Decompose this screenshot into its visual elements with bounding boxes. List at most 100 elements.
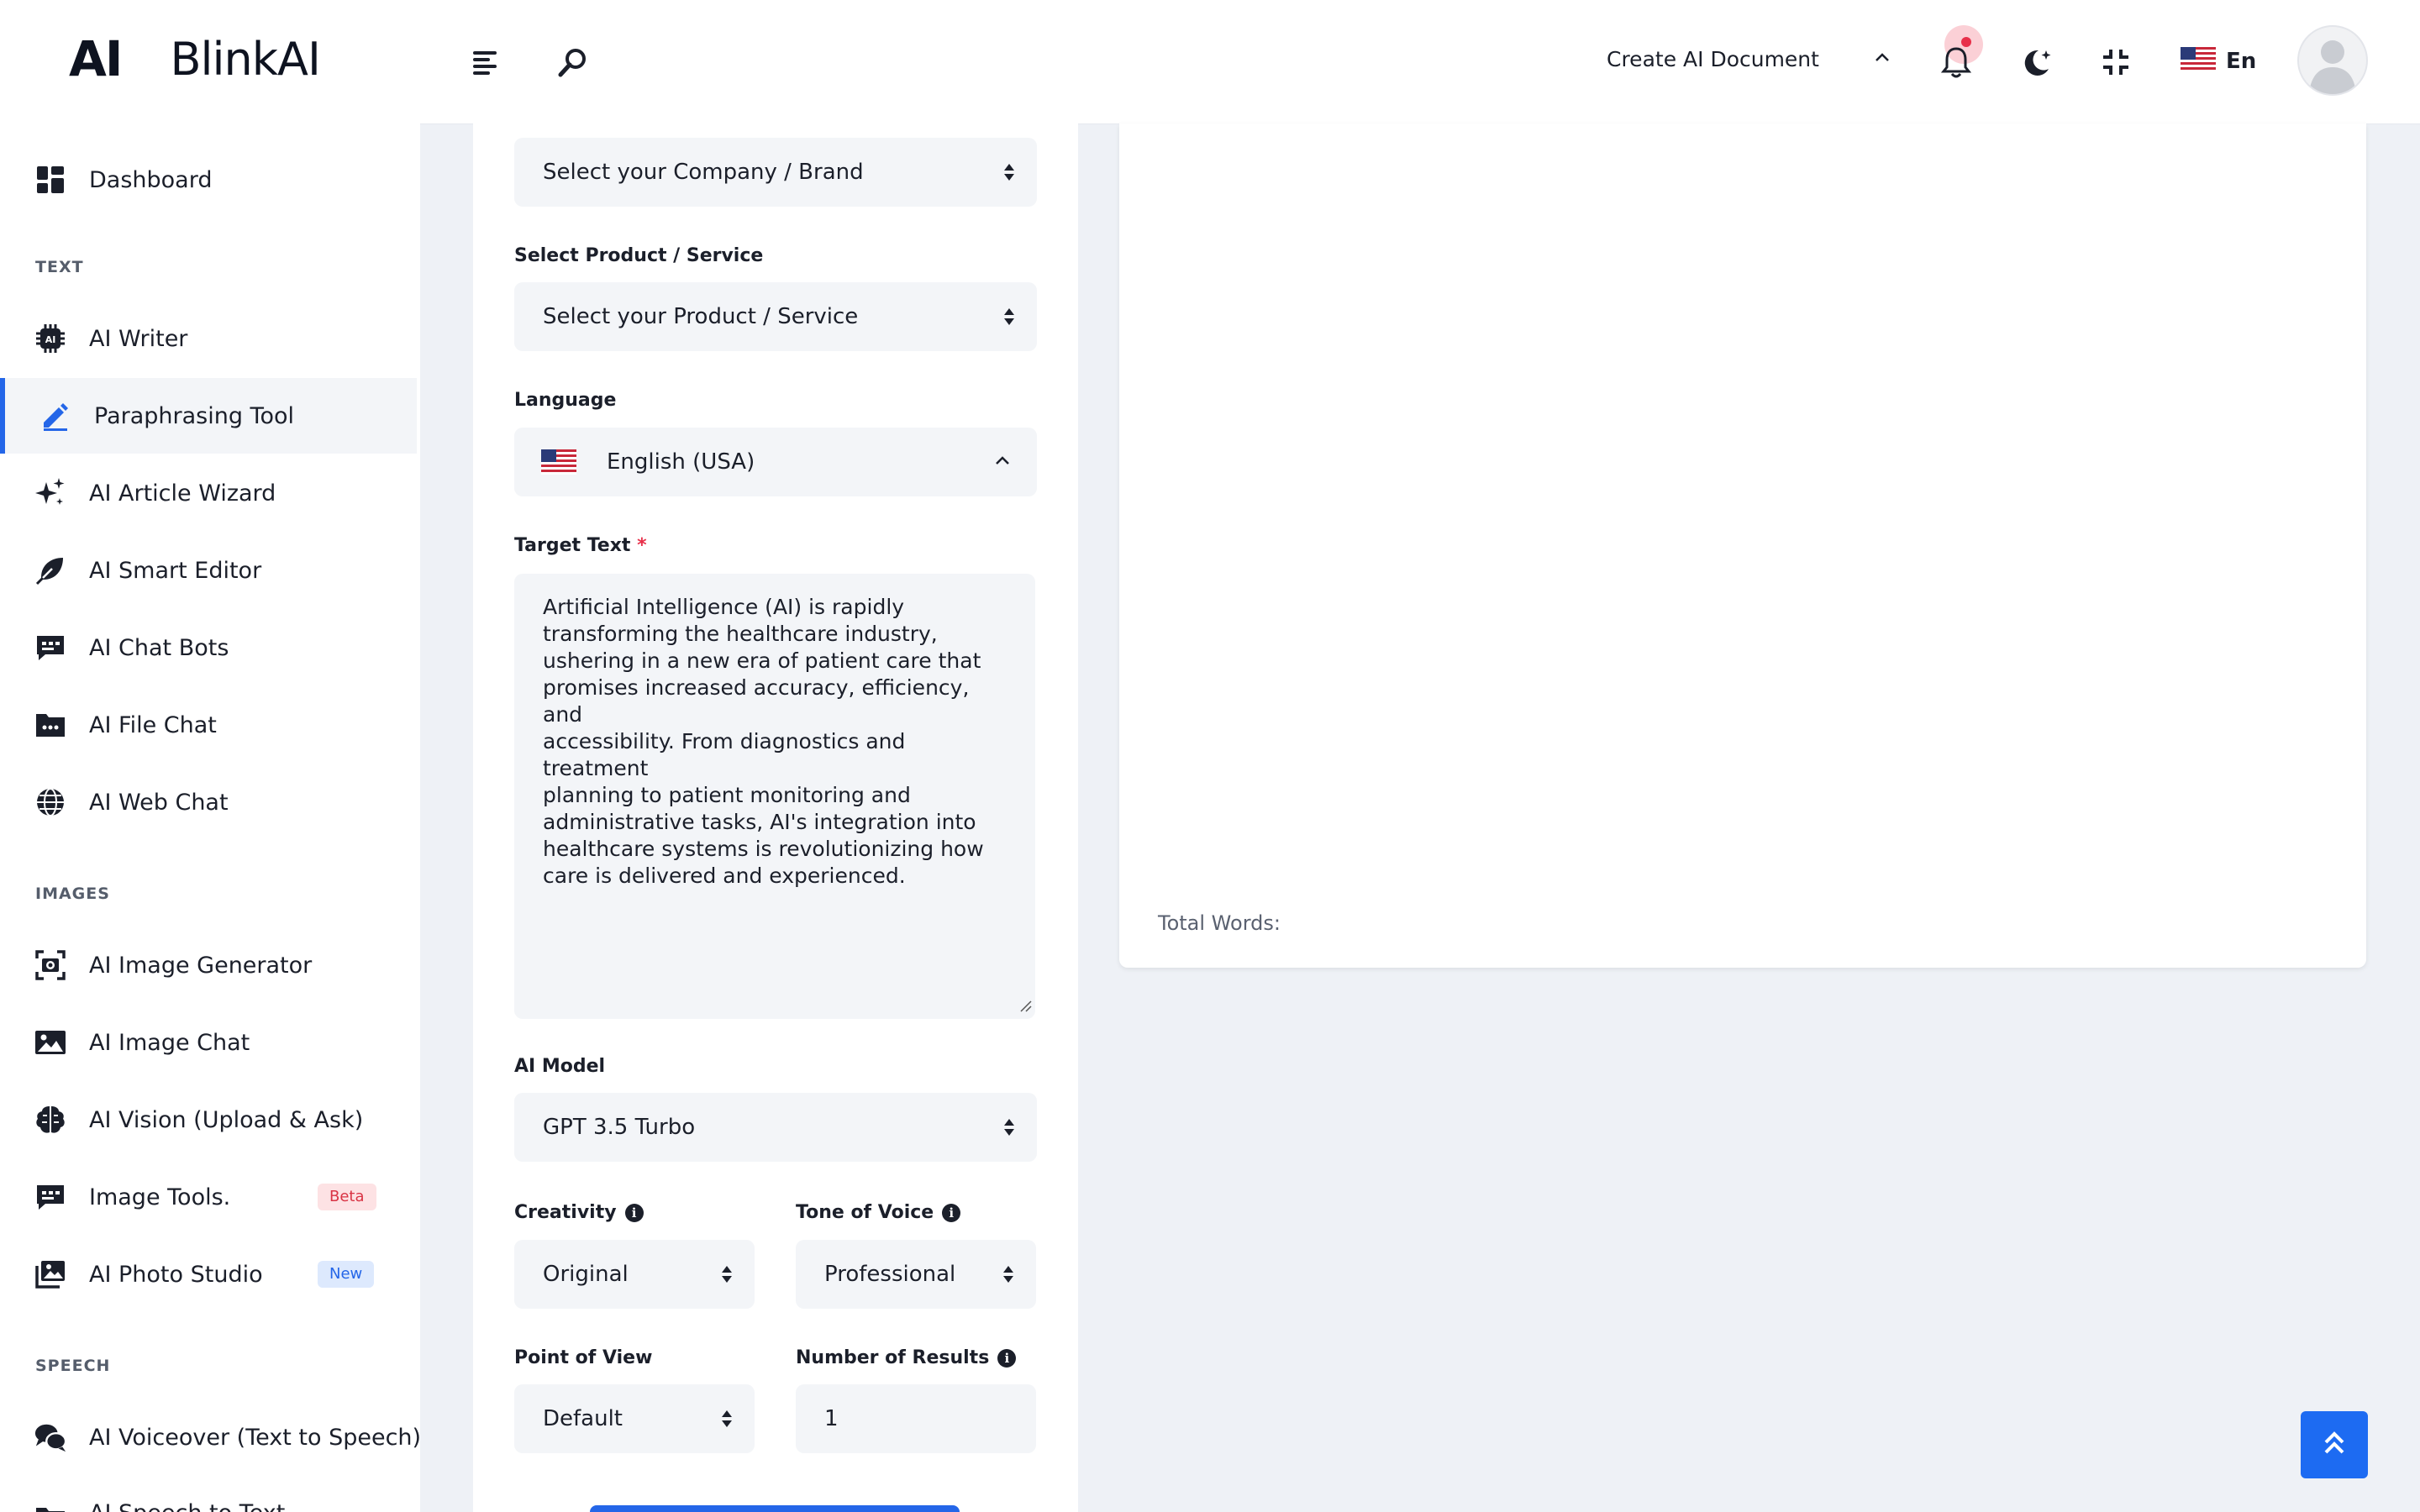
sort-arrows-icon: [1003, 1118, 1015, 1137]
info-icon[interactable]: i: [942, 1204, 961, 1222]
language-select[interactable]: English (USA): [514, 428, 1037, 496]
sidebar-item-paraphrasing-tool[interactable]: Paraphrasing Tool: [0, 378, 417, 454]
sidebar-item-ai-smart-editor[interactable]: AI Smart Editor: [0, 533, 412, 608]
sidebar-item-ai-image-generator[interactable]: AI Image Generator: [0, 927, 412, 1003]
sort-arrows-icon: [721, 1265, 733, 1284]
chat-icon: [34, 631, 67, 664]
sidebar-item-label: Image Tools.: [89, 1184, 231, 1210]
sidebar-item-ai-image-chat[interactable]: AI Image Chat: [0, 1005, 412, 1080]
pencil-icon: [39, 399, 72, 433]
info-icon[interactable]: i: [624, 1204, 644, 1222]
dark-mode-icon[interactable]: [2018, 44, 2055, 81]
point-of-view-label: Point of View: [514, 1347, 653, 1368]
sort-arrows-icon: [1003, 307, 1015, 326]
sidebar-item-dashboard[interactable]: Dashboard: [0, 142, 412, 218]
resize-handle-icon[interactable]: [1018, 999, 1032, 1016]
creativity-select[interactable]: Original: [514, 1240, 755, 1309]
product-service-select[interactable]: Select your Product / Service: [514, 282, 1037, 351]
collapse-screen-icon[interactable]: [2097, 44, 2134, 81]
creativity-value: Original: [543, 1262, 629, 1287]
folder-icon: [34, 1502, 67, 1512]
chevron-up-icon[interactable]: [1872, 47, 1892, 71]
target-text-label: Target Text *: [514, 535, 647, 556]
target-text-content: Artificial Intelligence (AI) is rapidly …: [543, 595, 984, 888]
sparkles-icon: [34, 476, 67, 510]
point-of-view-select[interactable]: Default: [514, 1384, 755, 1453]
globe-icon: [34, 785, 67, 819]
creativity-label: Creativity i: [514, 1202, 644, 1223]
brand-logo[interactable]: AI BlinkAI: [69, 30, 321, 87]
number-of-results-label: Number of Results i: [796, 1347, 1017, 1368]
dashboard-icon: [34, 163, 67, 197]
double-chevron-up-icon: [2320, 1429, 2349, 1461]
sort-arrows-icon: [1003, 163, 1015, 181]
sidebar-item-ai-voiceover[interactable]: AI Voiceover (Text to Speech): [0, 1399, 421, 1475]
top-header: AI BlinkAI Create AI Document En: [0, 0, 2420, 124]
language-switcher[interactable]: En: [2181, 47, 2256, 76]
creativity-label-text: Creativity: [514, 1202, 617, 1223]
comments-icon: [34, 1420, 67, 1454]
menu-toggle-icon[interactable]: [467, 44, 504, 81]
beta-badge: Beta: [318, 1184, 376, 1210]
logo-text: BlinkAI: [170, 32, 320, 86]
tone-of-voice-select[interactable]: Professional: [796, 1240, 1036, 1309]
search-icon[interactable]: [555, 44, 592, 81]
ai-model-value: GPT 3.5 Turbo: [543, 1115, 696, 1140]
logo-mark: AI: [69, 30, 123, 87]
sidebar-item-label: AI File Chat: [89, 711, 217, 738]
product-service-label: Select Product / Service: [514, 245, 764, 266]
image-icon: [34, 1026, 67, 1059]
sidebar-item-ai-file-chat[interactable]: AI File Chat: [0, 687, 412, 763]
sidebar-item-label: AI Image Chat: [89, 1029, 250, 1056]
scroll-to-top-button[interactable]: [2301, 1411, 2368, 1478]
required-marker: *: [637, 535, 647, 556]
tone-value: Professional: [824, 1262, 956, 1287]
output-card: Total Words:: [1119, 123, 2366, 968]
results-value: 1: [824, 1406, 839, 1431]
sidebar-item-ai-chat-bots[interactable]: AI Chat Bots: [0, 610, 412, 685]
ai-model-select[interactable]: GPT 3.5 Turbo: [514, 1093, 1037, 1162]
sidebar-item-ai-vision[interactable]: AI Vision (Upload & Ask): [0, 1082, 412, 1158]
product-service-value: Select your Product / Service: [543, 304, 859, 329]
sidebar-item-image-tools[interactable]: Image Tools. Beta: [0, 1159, 412, 1235]
sidebar: Dashboard TEXT AI AI Writer Paraphrasing…: [0, 123, 421, 1512]
total-words-label: Total Words:: [1158, 911, 1281, 935]
svg-text:AI: AI: [45, 334, 56, 345]
sidebar-item-ai-web-chat[interactable]: AI Web Chat: [0, 764, 412, 840]
chevron-up-icon: [993, 451, 1012, 473]
sidebar-item-label: AI Speech to Text: [89, 1500, 285, 1512]
info-icon[interactable]: i: [997, 1349, 1017, 1368]
camera-frame-icon: [34, 948, 67, 982]
sidebar-item-label: Dashboard: [89, 166, 213, 193]
new-badge: New: [318, 1261, 375, 1288]
sidebar-item-label: AI Image Generator: [89, 952, 313, 979]
sidebar-item-label: AI Photo Studio: [89, 1261, 263, 1288]
language-label: Language: [514, 390, 617, 411]
pov-value: Default: [543, 1406, 623, 1431]
sort-arrows-icon: [1002, 1265, 1014, 1284]
sidebar-item-label: AI Article Wizard: [89, 480, 276, 507]
create-ai-document-button[interactable]: Create AI Document: [1607, 47, 1819, 71]
submit-button[interactable]: [590, 1505, 960, 1512]
sidebar-item-label: AI Chat Bots: [89, 634, 229, 661]
ai-chip-icon: AI: [34, 322, 67, 355]
sidebar-item-ai-speech-to-text[interactable]: AI Speech to Text: [0, 1477, 412, 1512]
ai-model-label: AI Model: [514, 1056, 606, 1077]
sidebar-item-label: Paraphrasing Tool: [94, 402, 295, 429]
photos-icon: [34, 1257, 67, 1291]
sidebar-item-label: AI Web Chat: [89, 789, 229, 816]
number-of-results-input[interactable]: 1: [796, 1384, 1036, 1453]
feather-icon: [34, 554, 67, 587]
bell-icon[interactable]: [1938, 44, 1975, 81]
sort-arrows-icon: [721, 1410, 733, 1428]
sidebar-item-ai-writer[interactable]: AI AI Writer: [0, 301, 412, 376]
sidebar-item-ai-article-wizard[interactable]: AI Article Wizard: [0, 455, 412, 531]
user-avatar[interactable]: [2297, 25, 2368, 96]
language-value: English (USA): [607, 449, 755, 475]
target-text-area[interactable]: Artificial Intelligence (AI) is rapidly …: [514, 574, 1035, 1019]
section-images: IMAGES: [35, 885, 110, 903]
company-brand-select[interactable]: Select your Company / Brand: [514, 138, 1037, 207]
sidebar-item-label: AI Voiceover (Text to Speech): [89, 1424, 422, 1451]
results-label-text: Number of Results: [796, 1347, 990, 1368]
sidebar-item-ai-photo-studio[interactable]: AI Photo Studio New: [0, 1236, 412, 1312]
